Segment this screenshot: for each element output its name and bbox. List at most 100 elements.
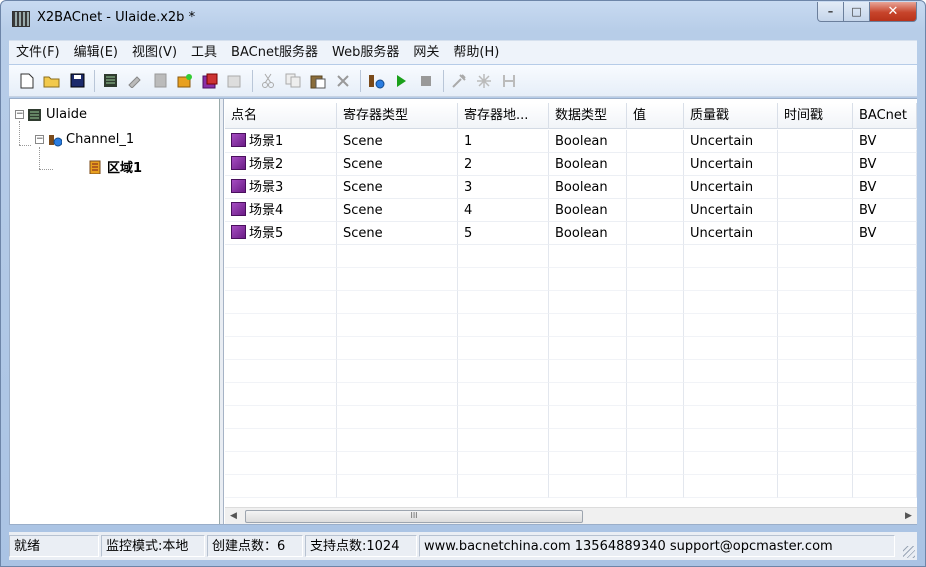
minimize-button[interactable]: – — [817, 2, 844, 22]
empty-cell — [853, 429, 917, 452]
empty-cell — [458, 429, 549, 452]
open-folder-icon[interactable] — [42, 71, 62, 91]
minimize-icon: – — [827, 5, 834, 18]
pane-splitter[interactable] — [220, 99, 224, 524]
gateway-icon[interactable] — [366, 71, 386, 91]
scroll-right-icon[interactable]: ▶ — [900, 508, 917, 524]
empty-cell — [778, 337, 853, 360]
empty-cell — [225, 291, 337, 314]
cell-register-type: Scene — [337, 176, 458, 199]
empty-cell — [684, 245, 778, 268]
empty-cell — [458, 337, 549, 360]
tools-icon[interactable] — [449, 71, 469, 91]
maximize-icon: □ — [851, 5, 862, 18]
toolbar — [9, 65, 917, 97]
window-controls: – □ ✕ — [817, 2, 917, 22]
add-tag-icon[interactable] — [175, 71, 195, 91]
empty-cell — [684, 291, 778, 314]
column-header-point-name[interactable]: 点名 — [225, 103, 337, 129]
status-created-points: 创建点数：6 — [207, 535, 303, 557]
paste-icon[interactable] — [308, 71, 328, 91]
title-bar[interactable]: X2BACnet - Ulaide.x2b * – □ ✕ — [1, 1, 925, 35]
menu-web-server[interactable]: Web服务器 — [325, 42, 406, 64]
column-header-timestamp[interactable]: 时间戳 — [778, 103, 853, 129]
menu-file[interactable]: 文件(F) — [9, 42, 67, 64]
cut-icon[interactable] — [258, 71, 278, 91]
table-row[interactable]: 场景3 Scene 3 Boolean Uncertain BV — [225, 176, 917, 199]
table-row[interactable]: 场景2 Scene 2 Boolean Uncertain BV — [225, 153, 917, 176]
cell-timestamp — [778, 130, 853, 153]
menu-edit[interactable]: 编辑(E) — [67, 42, 125, 64]
empty-cell — [225, 406, 337, 429]
add-channel-icon[interactable] — [100, 71, 120, 91]
tree-node-channel[interactable]: − Channel_1 — [35, 132, 134, 147]
cell-quality: Uncertain — [684, 176, 778, 199]
copy-icon[interactable] — [283, 71, 303, 91]
column-header-bacnet[interactable]: BACnet — [853, 103, 917, 129]
column-header-value[interactable]: 值 — [627, 103, 684, 129]
collapse-icon[interactable]: − — [35, 135, 44, 144]
column-header-data-type[interactable]: 数据类型 — [549, 103, 627, 129]
empty-cell — [225, 360, 337, 383]
delete-icon[interactable] — [333, 71, 353, 91]
point-icon — [231, 202, 246, 216]
tree-node-root[interactable]: − Ulaide — [15, 107, 87, 122]
table-row[interactable]: 场景1 Scene 1 Boolean Uncertain BV — [225, 130, 917, 153]
scroll-left-icon[interactable]: ◀ — [225, 508, 242, 524]
toolbar-separator — [94, 69, 95, 92]
add-device-icon[interactable] — [125, 71, 145, 91]
table-row[interactable]: 场景5 Scene 5 Boolean Uncertain BV — [225, 222, 917, 245]
menu-bacnet-server[interactable]: BACnet服务器 — [224, 42, 325, 64]
collapse-icon[interactable]: − — [15, 110, 24, 119]
run-icon[interactable] — [391, 71, 411, 91]
horizontal-scrollbar[interactable]: ◀ III ▶ — [225, 507, 917, 524]
new-file-icon[interactable] — [17, 71, 37, 91]
tree-label-root: Ulaide — [46, 107, 87, 122]
add-multiple-icon[interactable] — [200, 71, 220, 91]
menu-gateway[interactable]: 网关 — [406, 42, 446, 64]
empty-cell — [337, 452, 458, 475]
menu-view[interactable]: 视图(V) — [125, 42, 184, 64]
tree-node-region[interactable]: 区域1 — [88, 157, 142, 176]
column-header-register-address[interactable]: 寄存器地... — [458, 103, 549, 129]
table-row[interactable]: 场景4 Scene 4 Boolean Uncertain BV — [225, 199, 917, 222]
menu-help[interactable]: 帮助(H) — [446, 42, 506, 64]
save-icon[interactable] — [67, 71, 87, 91]
cell-register-address: 5 — [458, 222, 549, 245]
tree-label-channel: Channel_1 — [66, 132, 135, 147]
app-window: X2BACnet - Ulaide.x2b * – □ ✕ 文件(F) 编辑(E… — [0, 0, 926, 567]
empty-cell — [458, 360, 549, 383]
empty-cell — [549, 337, 627, 360]
tree-line — [19, 145, 31, 146]
add-region-icon[interactable] — [150, 71, 170, 91]
empty-cell — [853, 291, 917, 314]
empty-cell — [458, 291, 549, 314]
empty-cell — [337, 383, 458, 406]
cell-register-type: Scene — [337, 199, 458, 222]
cell-register-address: 2 — [458, 153, 549, 176]
empty-cell — [549, 268, 627, 291]
stop-icon[interactable] — [416, 71, 436, 91]
scrollbar-thumb[interactable]: III — [245, 510, 583, 523]
empty-cell — [549, 291, 627, 314]
empty-row — [225, 245, 917, 268]
project-tree[interactable]: − Ulaide − Channel_1 区域1 — [10, 99, 220, 524]
column-header-quality[interactable]: 质量戳 — [684, 103, 778, 129]
empty-row — [225, 337, 917, 360]
export-icon[interactable] — [499, 71, 519, 91]
maximize-button[interactable]: □ — [844, 2, 870, 22]
column-header-register-type[interactable]: 寄存器类型 — [337, 103, 458, 129]
close-button[interactable]: ✕ — [870, 2, 917, 22]
resize-grip-icon[interactable] — [903, 546, 915, 558]
menu-tools[interactable]: 工具 — [184, 42, 224, 64]
properties-icon[interactable] — [225, 71, 245, 91]
empty-cell — [778, 475, 853, 498]
settings-icon[interactable] — [474, 71, 494, 91]
empty-row — [225, 314, 917, 337]
empty-cell — [627, 268, 684, 291]
empty-cell — [337, 268, 458, 291]
cell-data-type: Boolean — [549, 222, 627, 245]
cell-timestamp — [778, 199, 853, 222]
cell-quality: Uncertain — [684, 199, 778, 222]
empty-cell — [549, 475, 627, 498]
